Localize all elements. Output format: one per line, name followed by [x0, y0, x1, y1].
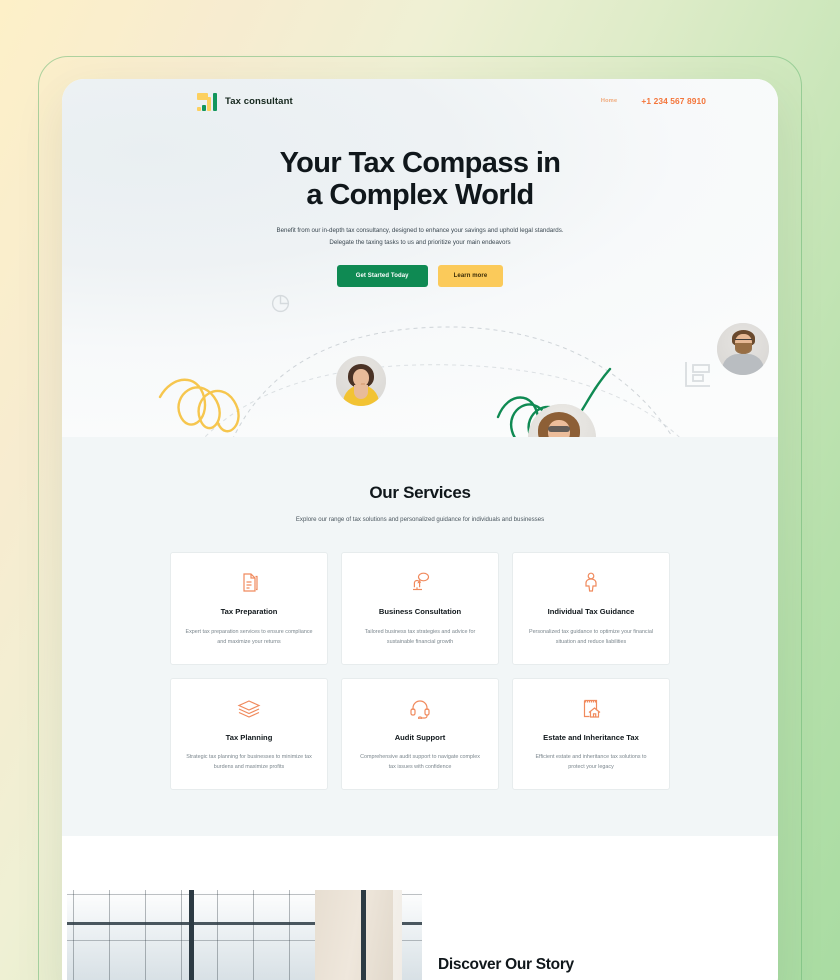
- service-card-individual-tax-guidance[interactable]: Individual Tax Guidance Personalized tax…: [512, 551, 670, 665]
- service-card-text: Efficient estate and inheritance tax sol…: [535, 754, 647, 771]
- service-card-title: Tax Preparation: [220, 606, 278, 616]
- service-card-audit-support[interactable]: Audit Support Comprehensive audit suppor…: [341, 677, 499, 791]
- office-window-photo: [67, 890, 422, 980]
- hero-subtitle: Benefit from our in-depth tax consultanc…: [276, 226, 564, 247]
- bar-chart-logo-icon: [197, 92, 218, 111]
- nav-link-home[interactable]: Home: [601, 98, 618, 104]
- services-card-grid: Tax Preparation Expert tax preparation s…: [170, 551, 670, 791]
- service-card-text: Strategic tax planning for businesses to…: [186, 754, 312, 771]
- nav-phone-number[interactable]: +1 234 567 8910: [641, 96, 706, 106]
- service-card-title: Audit Support: [394, 732, 446, 742]
- house-certificate-icon: [527, 697, 655, 721]
- avatar-man-glasses: [717, 323, 769, 375]
- hero-section: Tax consultant Home +1 234 567 8910 Your…: [62, 79, 778, 437]
- layers-stack-icon: [185, 697, 313, 721]
- service-card-title: Business Consultation: [378, 606, 462, 616]
- service-card-title: Estate and Inheritance Tax: [543, 732, 639, 742]
- documents-icon: [185, 571, 313, 595]
- brand[interactable]: Tax consultant: [197, 92, 293, 111]
- nav-right-group: Home +1 234 567 8910: [601, 96, 706, 106]
- consultation-person-speech-icon: [356, 571, 484, 595]
- get-started-button[interactable]: Get Started Today: [336, 265, 428, 288]
- service-card-title: Tax Planning: [225, 732, 273, 742]
- service-card-text: Tailored business tax strategies and adv…: [364, 628, 476, 645]
- service-card-text: Personalized tax guidance to optimize yo…: [528, 628, 654, 645]
- service-card-title: Individual Tax Guidance: [547, 606, 635, 616]
- pie-chart-outline-icon: [271, 294, 290, 313]
- service-card-business-consultation[interactable]: Business Consultation Tailored business …: [341, 551, 499, 665]
- hero-title-line-1: Your Tax Compass in: [279, 147, 561, 179]
- avatar-woman-glasses: [528, 404, 596, 437]
- service-card-estate-inheritance-tax[interactable]: Estate and Inheritance Tax Efficient est…: [512, 677, 670, 791]
- services-subtitle: Explore our range of tax solutions and p…: [295, 516, 545, 523]
- hero-copy: Your Tax Compass in a Complex World Bene…: [62, 123, 778, 288]
- story-title: Discover Our Story: [438, 956, 574, 974]
- hero-title-line-2: a Complex World: [306, 179, 534, 212]
- website-page-card: Tax consultant Home +1 234 567 8910 Your…: [62, 79, 778, 980]
- services-section: Our Services Explore our range of tax so…: [62, 437, 778, 837]
- avatar-woman-yellow-top: [336, 356, 386, 406]
- hero-buttons: Get Started Today Learn more: [62, 265, 778, 288]
- service-card-text: Comprehensive audit support to navigate …: [360, 754, 480, 771]
- headset-icon: [356, 697, 484, 721]
- learn-more-button[interactable]: Learn more: [437, 265, 504, 288]
- story-section: Discover Our Story: [62, 836, 778, 980]
- service-card-tax-planning[interactable]: Tax Planning Strategic tax planning for …: [170, 677, 328, 791]
- service-card-text: Expert tax preparation services to ensur…: [185, 628, 313, 645]
- site-navigation: Tax consultant Home +1 234 567 8910: [62, 79, 778, 123]
- services-title: Our Services: [369, 483, 471, 502]
- service-card-tax-preparation[interactable]: Tax Preparation Expert tax preparation s…: [170, 551, 328, 665]
- hero-title: Your Tax Compass in a Complex World: [62, 147, 778, 212]
- document-chart-outline-icon: [685, 362, 710, 387]
- brand-name: Tax consultant: [225, 95, 293, 107]
- person-icon: [527, 571, 655, 595]
